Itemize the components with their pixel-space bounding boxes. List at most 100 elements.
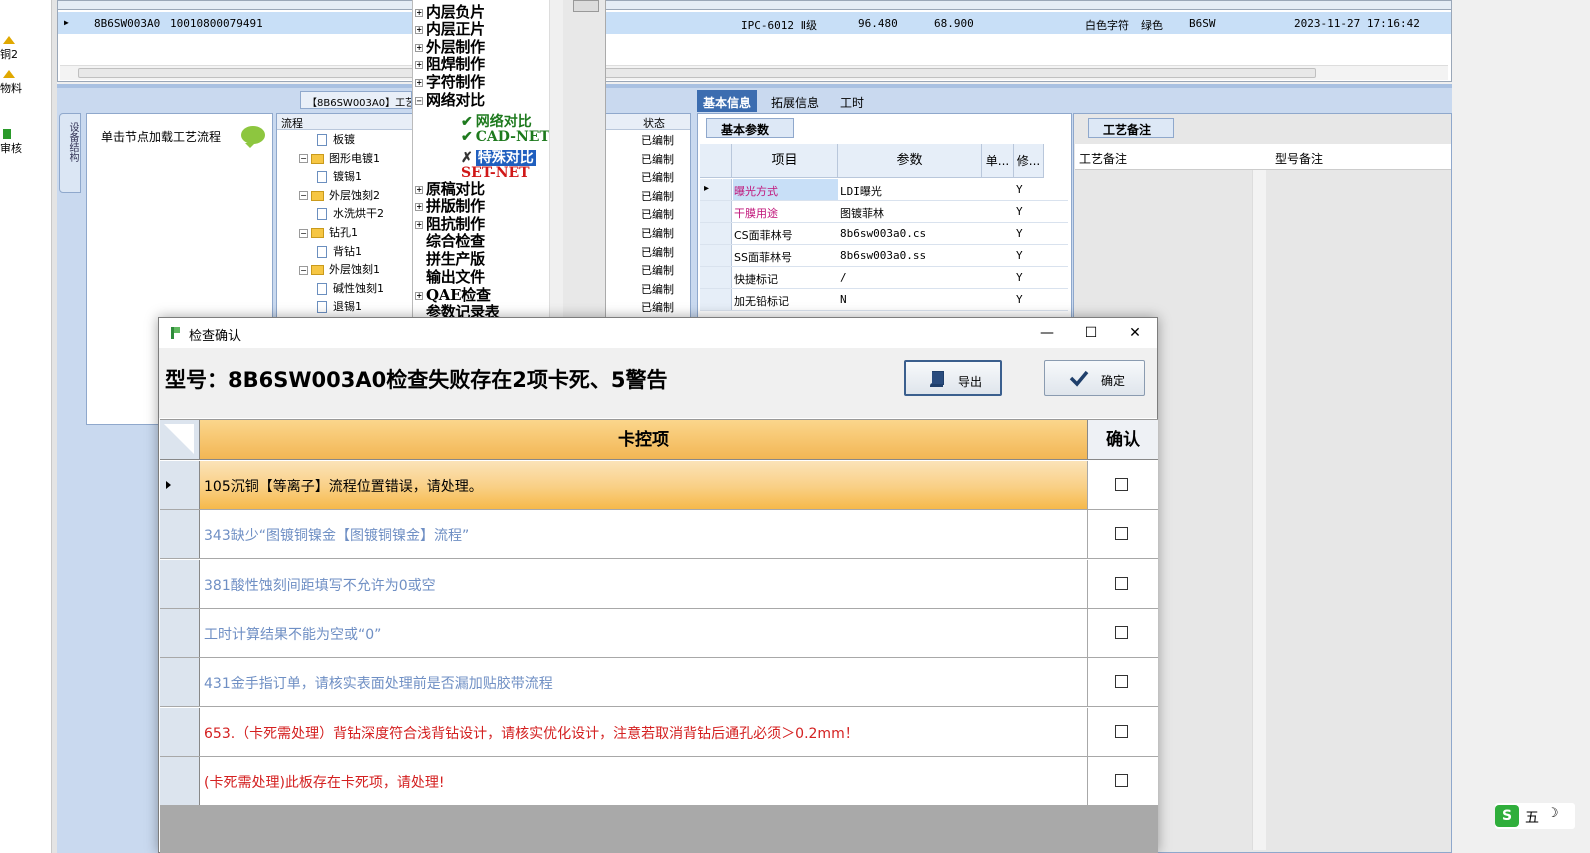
- process-tree-item[interactable]: − 网络对比: [415, 89, 485, 109]
- control-item-row[interactable]: 105沉铜【等离子】流程位置错误，请处理。: [160, 461, 1158, 510]
- toolbar-item-material[interactable]: 物料: [0, 68, 52, 96]
- toolbar-item-copper[interactable]: 铜2: [0, 34, 52, 62]
- process-tree-item[interactable]: + 外层制作: [415, 36, 485, 56]
- splitter[interactable]: [57, 84, 1452, 88]
- folder-icon: [311, 190, 324, 201]
- maximize-button[interactable]: ☐: [1069, 318, 1113, 348]
- expander-icon[interactable]: +: [415, 221, 423, 229]
- table-row[interactable]: SS面菲林号 8b6sw003a0.ss Y: [700, 245, 1068, 267]
- ime-indicator[interactable]: S 五 ☽: [1495, 803, 1575, 829]
- expander-icon[interactable]: +: [415, 44, 423, 52]
- expander-icon[interactable]: +: [415, 186, 423, 194]
- control-item-row[interactable]: 431金手指订单，请核实表面处理前是否漏加贴胶带流程: [160, 658, 1158, 708]
- tab-extended-info[interactable]: 拓展信息: [765, 90, 825, 112]
- status-cell: 已编制: [641, 134, 674, 147]
- process-tree-item[interactable]: + 内层负片: [415, 1, 485, 21]
- cell-datetime: 2023-11-27 17:16:42: [1294, 17, 1420, 30]
- ok-button[interactable]: 确定: [1044, 360, 1145, 396]
- grid-select-all[interactable]: [160, 420, 200, 460]
- expander-icon[interactable]: −: [299, 228, 308, 238]
- column-divider: [1087, 461, 1088, 509]
- process-tree-item[interactable]: + 内层正片: [415, 18, 485, 38]
- vertical-scrollbar[interactable]: [549, 0, 563, 318]
- vertical-scrollbar[interactable]: [1252, 170, 1266, 850]
- control-item-text: 381酸性蚀刻间距填写不允许为0或空: [204, 577, 436, 594]
- tab-process-notes[interactable]: 工艺备注: [1088, 118, 1174, 138]
- scrollbar-thumb[interactable]: [78, 68, 1316, 78]
- expander-icon[interactable]: −: [299, 154, 308, 164]
- control-item-row[interactable]: 工时计算结果不能为空或“0”: [160, 608, 1158, 658]
- cell-value: /: [840, 271, 847, 284]
- process-subitem[interactable]: ✗ 特殊对比: [461, 147, 536, 166]
- confirm-checkbox[interactable]: [1115, 478, 1128, 491]
- horizontal-scrollbar[interactable]: [60, 65, 1448, 80]
- confirm-checkbox[interactable]: [1115, 527, 1128, 541]
- process-tree-item[interactable]: 拼生产版: [415, 248, 485, 268]
- process-tree-item[interactable]: + 阻焊制作: [415, 53, 485, 73]
- control-item-row[interactable]: 653.（卡死需处理）背钻深度符合浅背钻设计，请核实优化设计，注意若取消背钻后通…: [160, 707, 1158, 757]
- process-tree-item[interactable]: + 字符制作: [415, 71, 485, 91]
- cell-silk: 白色字符: [1085, 19, 1129, 32]
- expander-icon[interactable]: −: [415, 97, 423, 105]
- table-row[interactable]: 加无铅标记 N Y: [700, 289, 1068, 311]
- tree-row-label: 水洗烘干2: [333, 207, 384, 221]
- process-subitem[interactable]: ✔ CAD-NET: [461, 129, 550, 146]
- process-tree-item[interactable]: 综合检查: [415, 230, 485, 250]
- tab-basic-info[interactable]: 基本信息: [697, 90, 758, 112]
- expander-icon[interactable]: −: [299, 265, 308, 275]
- order-grid: ▶ 8B6SW003A0 10010800079491 IPC-6012 Ⅱ级 …: [57, 0, 1452, 82]
- expander-icon[interactable]: +: [415, 61, 423, 69]
- status-cell: 已编制: [641, 189, 674, 203]
- confirm-checkbox[interactable]: [1115, 773, 1128, 787]
- expander-icon[interactable]: +: [415, 9, 423, 17]
- tab-basic-params[interactable]: 基本参数: [706, 118, 794, 138]
- expander-icon[interactable]: +: [415, 203, 423, 211]
- column-divider: [1087, 559, 1088, 608]
- confirm-checkbox[interactable]: [1115, 675, 1128, 689]
- folder-icon: [311, 228, 324, 238]
- process-title-tab[interactable]: 【8B6SW003A0】工艺: [300, 91, 412, 109]
- check-confirm-dialog: 检查确认 — ☐ ✕ 型号：8B6SW003A0检查失败存在2项卡死、5警告 导…: [158, 317, 1158, 853]
- status-cell: 已编制: [641, 282, 674, 296]
- close-button[interactable]: ✕: [1113, 318, 1157, 348]
- column-divider: [1087, 658, 1088, 707]
- process-tree-item[interactable]: 参数记录表: [415, 301, 500, 318]
- column-divider: [1087, 608, 1088, 657]
- confirm-checkbox[interactable]: [1115, 576, 1128, 590]
- control-item-row[interactable]: 381酸性蚀刻间距填写不允许为0或空: [160, 559, 1158, 609]
- table-row[interactable]: 快捷标记 / Y: [700, 267, 1068, 289]
- process-subitem[interactable]: ✔ 网络对比: [461, 111, 532, 130]
- minimize-button[interactable]: —: [1025, 318, 1069, 348]
- tab-equipment-structure[interactable]: 设备结构: [59, 113, 81, 193]
- process-subitem[interactable]: SET-NET: [461, 165, 530, 182]
- process-tree-item[interactable]: + 阻抗制作: [415, 213, 485, 233]
- left-toolbar: 铜2 物料 审核: [0, 0, 52, 853]
- expander-icon[interactable]: −: [299, 191, 308, 201]
- process-tree-item[interactable]: + 拼版制作: [415, 195, 485, 215]
- process-tree-item[interactable]: 输出文件: [415, 266, 485, 286]
- expander-icon[interactable]: +: [415, 26, 423, 34]
- table-row[interactable]: CS面菲林号 8b6sw003a0.cs Y: [700, 223, 1068, 245]
- control-item-row[interactable]: (卡死需处理)此板存在卡死项，请处理!: [160, 756, 1158, 806]
- confirm-checkbox[interactable]: [1115, 625, 1128, 639]
- export-button[interactable]: 导出: [904, 360, 1002, 396]
- table-row[interactable]: ▶ 8B6SW003A0 10010800079491 IPC-6012 Ⅱ级 …: [58, 12, 1451, 34]
- desktop-background: [1452, 0, 1590, 853]
- toolbar-button[interactable]: [573, 0, 599, 12]
- toolbar-item-review[interactable]: 审核: [0, 128, 52, 156]
- toolbar-item-label: 物料: [0, 82, 22, 95]
- tab-work-hours[interactable]: 工时: [834, 90, 870, 112]
- col-model-notes: 型号备注: [1275, 152, 1324, 166]
- expander-icon[interactable]: +: [415, 292, 423, 300]
- row-header: [700, 245, 732, 266]
- expander-icon[interactable]: +: [415, 79, 423, 87]
- row-header: ▸: [700, 179, 732, 200]
- process-tree-item[interactable]: + QAE检查: [415, 284, 491, 304]
- confirm-checkbox[interactable]: [1115, 724, 1128, 738]
- table-row[interactable]: 干膜用途 图镀菲林 Y: [700, 201, 1068, 223]
- document-icon: [317, 245, 327, 258]
- params-grid: 项目 参数 单... 修... ▸ 曝光方式 LDI曝光 Y 干膜用途 图镀菲林 Y CS面菲…: [700, 144, 1068, 317]
- table-row[interactable]: ▸ 曝光方式 LDI曝光 Y: [700, 179, 1068, 201]
- control-item-row[interactable]: 343缺少“图镀铜镍金【图镀铜镍金】流程”: [160, 510, 1158, 560]
- document-icon: [317, 134, 327, 146]
